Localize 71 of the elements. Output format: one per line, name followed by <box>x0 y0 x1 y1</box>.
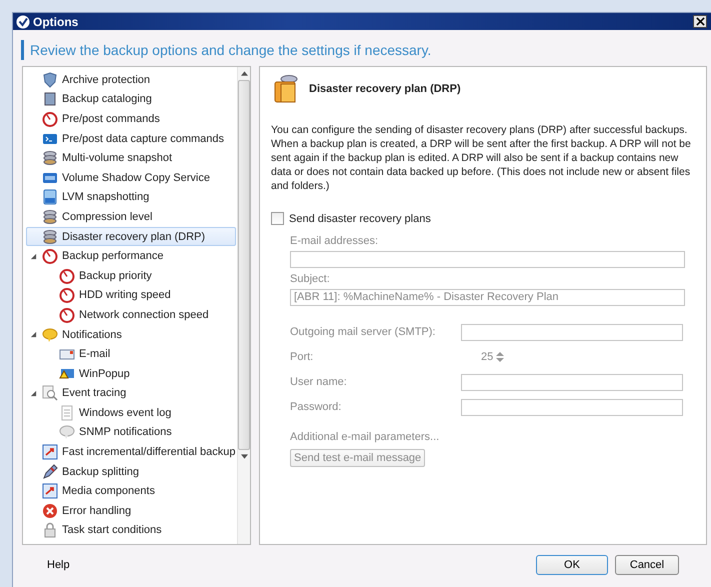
cancel-button[interactable]: Cancel <box>615 555 679 575</box>
disk-stack-icon <box>42 228 58 245</box>
tree-item[interactable]: HDD writing speed <box>26 286 236 306</box>
arrow-window-icon <box>42 444 58 460</box>
tree-item[interactable]: E-mail <box>26 344 236 364</box>
tree-item[interactable]: Multi-volume snapshot <box>26 148 236 168</box>
disk-stack-icon <box>42 150 58 166</box>
tree-item[interactable]: Media components <box>26 481 236 502</box>
tree-item[interactable]: Pre/post data capture commands <box>26 128 236 148</box>
checkbox-label: Send disaster recovery plans <box>289 212 431 224</box>
close-button[interactable] <box>693 15 707 28</box>
field-label: User name: <box>290 376 348 388</box>
field-label: E-mail addresses: <box>290 235 380 247</box>
pen-icon <box>42 464 58 480</box>
section-title: Disaster recovery plan (DRP) <box>309 83 461 95</box>
description-text: You can configure the sending of disaster recovery plans (DRP) after successful backups. When a backup plan is created, a DRP will be sent after the first backup. A DRP will not be sent again if the backup plan is edited. A DRP will also be sent if a backup contains new data or does not contain data backed up before. (This does not include new or absent files and folders.) <box>271 123 691 193</box>
scroll-up-arrow-icon[interactable] <box>240 71 248 76</box>
ok-button[interactable]: OK <box>536 555 608 575</box>
tree-item[interactable]: Disaster recovery plan (DRP) <box>26 226 236 246</box>
gauge-icon <box>59 306 75 323</box>
tree-item[interactable]: Network connection speed <box>26 305 236 325</box>
gauge-icon <box>59 287 75 304</box>
tree-item[interactable]: Notifications <box>26 324 236 344</box>
scrollbar-thumb[interactable] <box>238 80 250 450</box>
tree-item[interactable]: WinPopup <box>26 364 236 384</box>
collapse-arrow-icon[interactable] <box>30 331 37 338</box>
tree-item[interactable]: Volume Shadow Copy Service <box>26 168 236 188</box>
tree-item[interactable]: Error handling <box>26 501 236 521</box>
tree-item[interactable]: Windows event log <box>26 403 236 423</box>
collapse-arrow-icon[interactable] <box>30 252 37 260</box>
magnifier-icon <box>42 385 58 402</box>
tree-item[interactable]: SNMP notifications <box>26 422 236 442</box>
tree-item[interactable]: Task start conditions <box>26 520 236 540</box>
instruction-text: Review the backup options and change the settings if necessary. <box>30 42 432 58</box>
shield-icon <box>42 72 58 88</box>
tree-item[interactable]: Backup cataloging <box>26 90 236 110</box>
tree-item[interactable]: Compression level <box>26 207 236 227</box>
gauge-icon <box>42 110 58 127</box>
tree-item[interactable]: Backup performance <box>26 246 236 266</box>
tree-item[interactable]: LVM snapshotting <box>26 188 236 208</box>
checkbox[interactable] <box>271 212 284 225</box>
tree-item[interactable]: Backup priority <box>26 266 236 286</box>
tree-item[interactable]: Backup splitting <box>26 462 236 482</box>
tree-item[interactable]: Archive protection <box>26 70 236 90</box>
window-title: Options <box>33 14 80 28</box>
checkmark-logo-icon <box>16 14 30 28</box>
input-field[interactable] <box>461 398 683 416</box>
speech-bubble-icon <box>42 326 58 343</box>
help-button[interactable]: Help <box>43 557 74 573</box>
field-label: Subject: <box>290 273 331 285</box>
tree-item[interactable]: Event tracing <box>26 384 236 404</box>
input-field[interactable] <box>461 374 683 390</box>
field-label: Port: <box>290 351 314 363</box>
field-label: Password: <box>290 401 342 413</box>
scrollbar[interactable] <box>237 67 250 544</box>
disk-tile-icon <box>42 189 58 206</box>
scroll-down-arrow-icon[interactable] <box>240 454 248 459</box>
field-label: Outgoing mail server (SMTP): <box>290 326 436 338</box>
tree-item[interactable]: Fast incremental/differential backup <box>26 442 236 462</box>
tree-item[interactable]: Pre/post commands <box>26 109 236 129</box>
speech-bubble-icon <box>59 424 75 440</box>
error-icon <box>42 502 58 519</box>
input-field[interactable] <box>461 324 683 340</box>
lock-icon <box>42 522 58 538</box>
gauge-icon <box>59 268 75 284</box>
document-icon <box>59 404 75 421</box>
disk-stack-icon <box>42 208 58 225</box>
arrow-window-icon <box>42 483 58 500</box>
input-field[interactable] <box>290 251 685 268</box>
gauge-icon <box>42 248 58 264</box>
collapse-arrow-icon[interactable] <box>30 390 37 397</box>
